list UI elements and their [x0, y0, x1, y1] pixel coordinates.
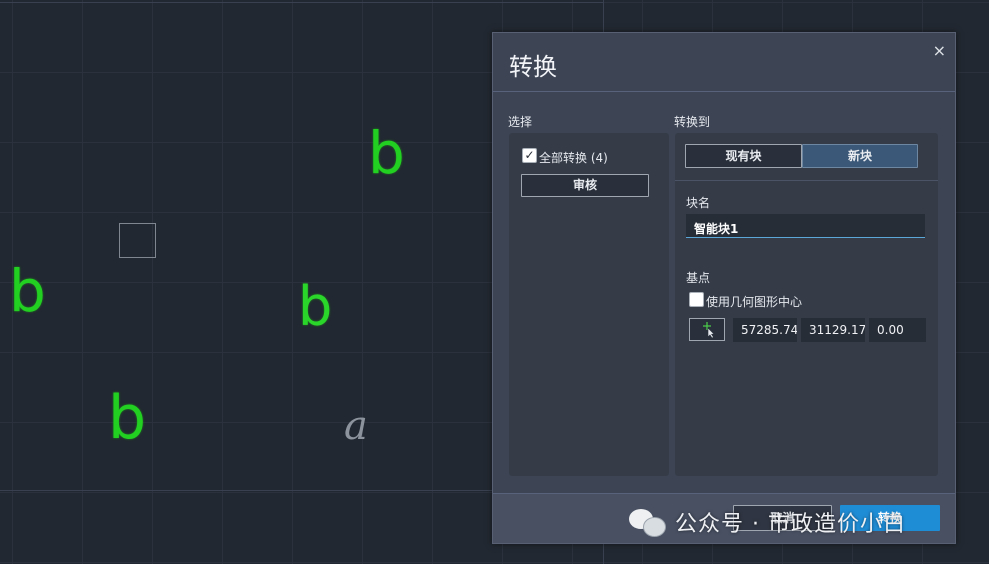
block-name-label: 块名 — [686, 196, 711, 210]
convert-dialog: 转换 × 选择 转换到 ✓ 全部转换 (4) 审核 现有块 新块 块名 基点 使… — [492, 32, 956, 544]
drawing-text-b[interactable]: b — [368, 124, 405, 182]
drawing-rectangle[interactable] — [119, 223, 156, 258]
select-panel: ✓ 全部转换 (4) 审核 — [509, 133, 669, 476]
watermark-text: 公众号 · 市政造价小白 — [675, 512, 906, 537]
base-point-y-field[interactable]: 31129.17 — [801, 318, 865, 342]
existing-block-button[interactable]: 现有块 — [685, 144, 802, 168]
new-block-button[interactable]: 新块 — [802, 144, 918, 168]
convert-all-label: 全部转换 (4) — [539, 151, 608, 165]
convert-to-section-label: 转换到 — [674, 115, 711, 129]
review-button[interactable]: 审核 — [521, 174, 649, 197]
pick-point-icon — [703, 322, 715, 339]
convert-to-panel: 现有块 新块 块名 基点 使用几何图形中心 57285.74 31129.17 … — [675, 133, 938, 476]
watermark: 公众号 · 市政造价小白 — [627, 505, 906, 539]
close-icon[interactable]: × — [933, 41, 946, 60]
dialog-title: 转换 — [509, 53, 557, 81]
checkmark-icon: ✓ — [524, 148, 535, 162]
divider — [675, 180, 938, 181]
drawing-text-b[interactable]: b — [108, 388, 146, 448]
block-name-input[interactable] — [686, 214, 925, 238]
divider — [493, 91, 955, 92]
select-section-label: 选择 — [508, 115, 533, 129]
base-point-x-field[interactable]: 57285.74 — [733, 318, 797, 342]
use-geometry-center-checkbox[interactable] — [689, 292, 704, 307]
use-geometry-center-label: 使用几何图形中心 — [706, 295, 803, 309]
drawing-text-a[interactable]: a — [344, 406, 368, 446]
base-point-label: 基点 — [686, 271, 711, 285]
convert-all-checkbox[interactable]: ✓ — [522, 148, 537, 163]
base-point-z-field[interactable]: 0.00 — [869, 318, 926, 342]
pick-point-button[interactable] — [689, 318, 725, 341]
drawing-text-b[interactable]: b — [9, 262, 46, 320]
drawing-text-b[interactable]: b — [298, 280, 332, 334]
canvas-grid-border — [0, 2, 604, 3]
wechat-icon — [627, 506, 667, 538]
